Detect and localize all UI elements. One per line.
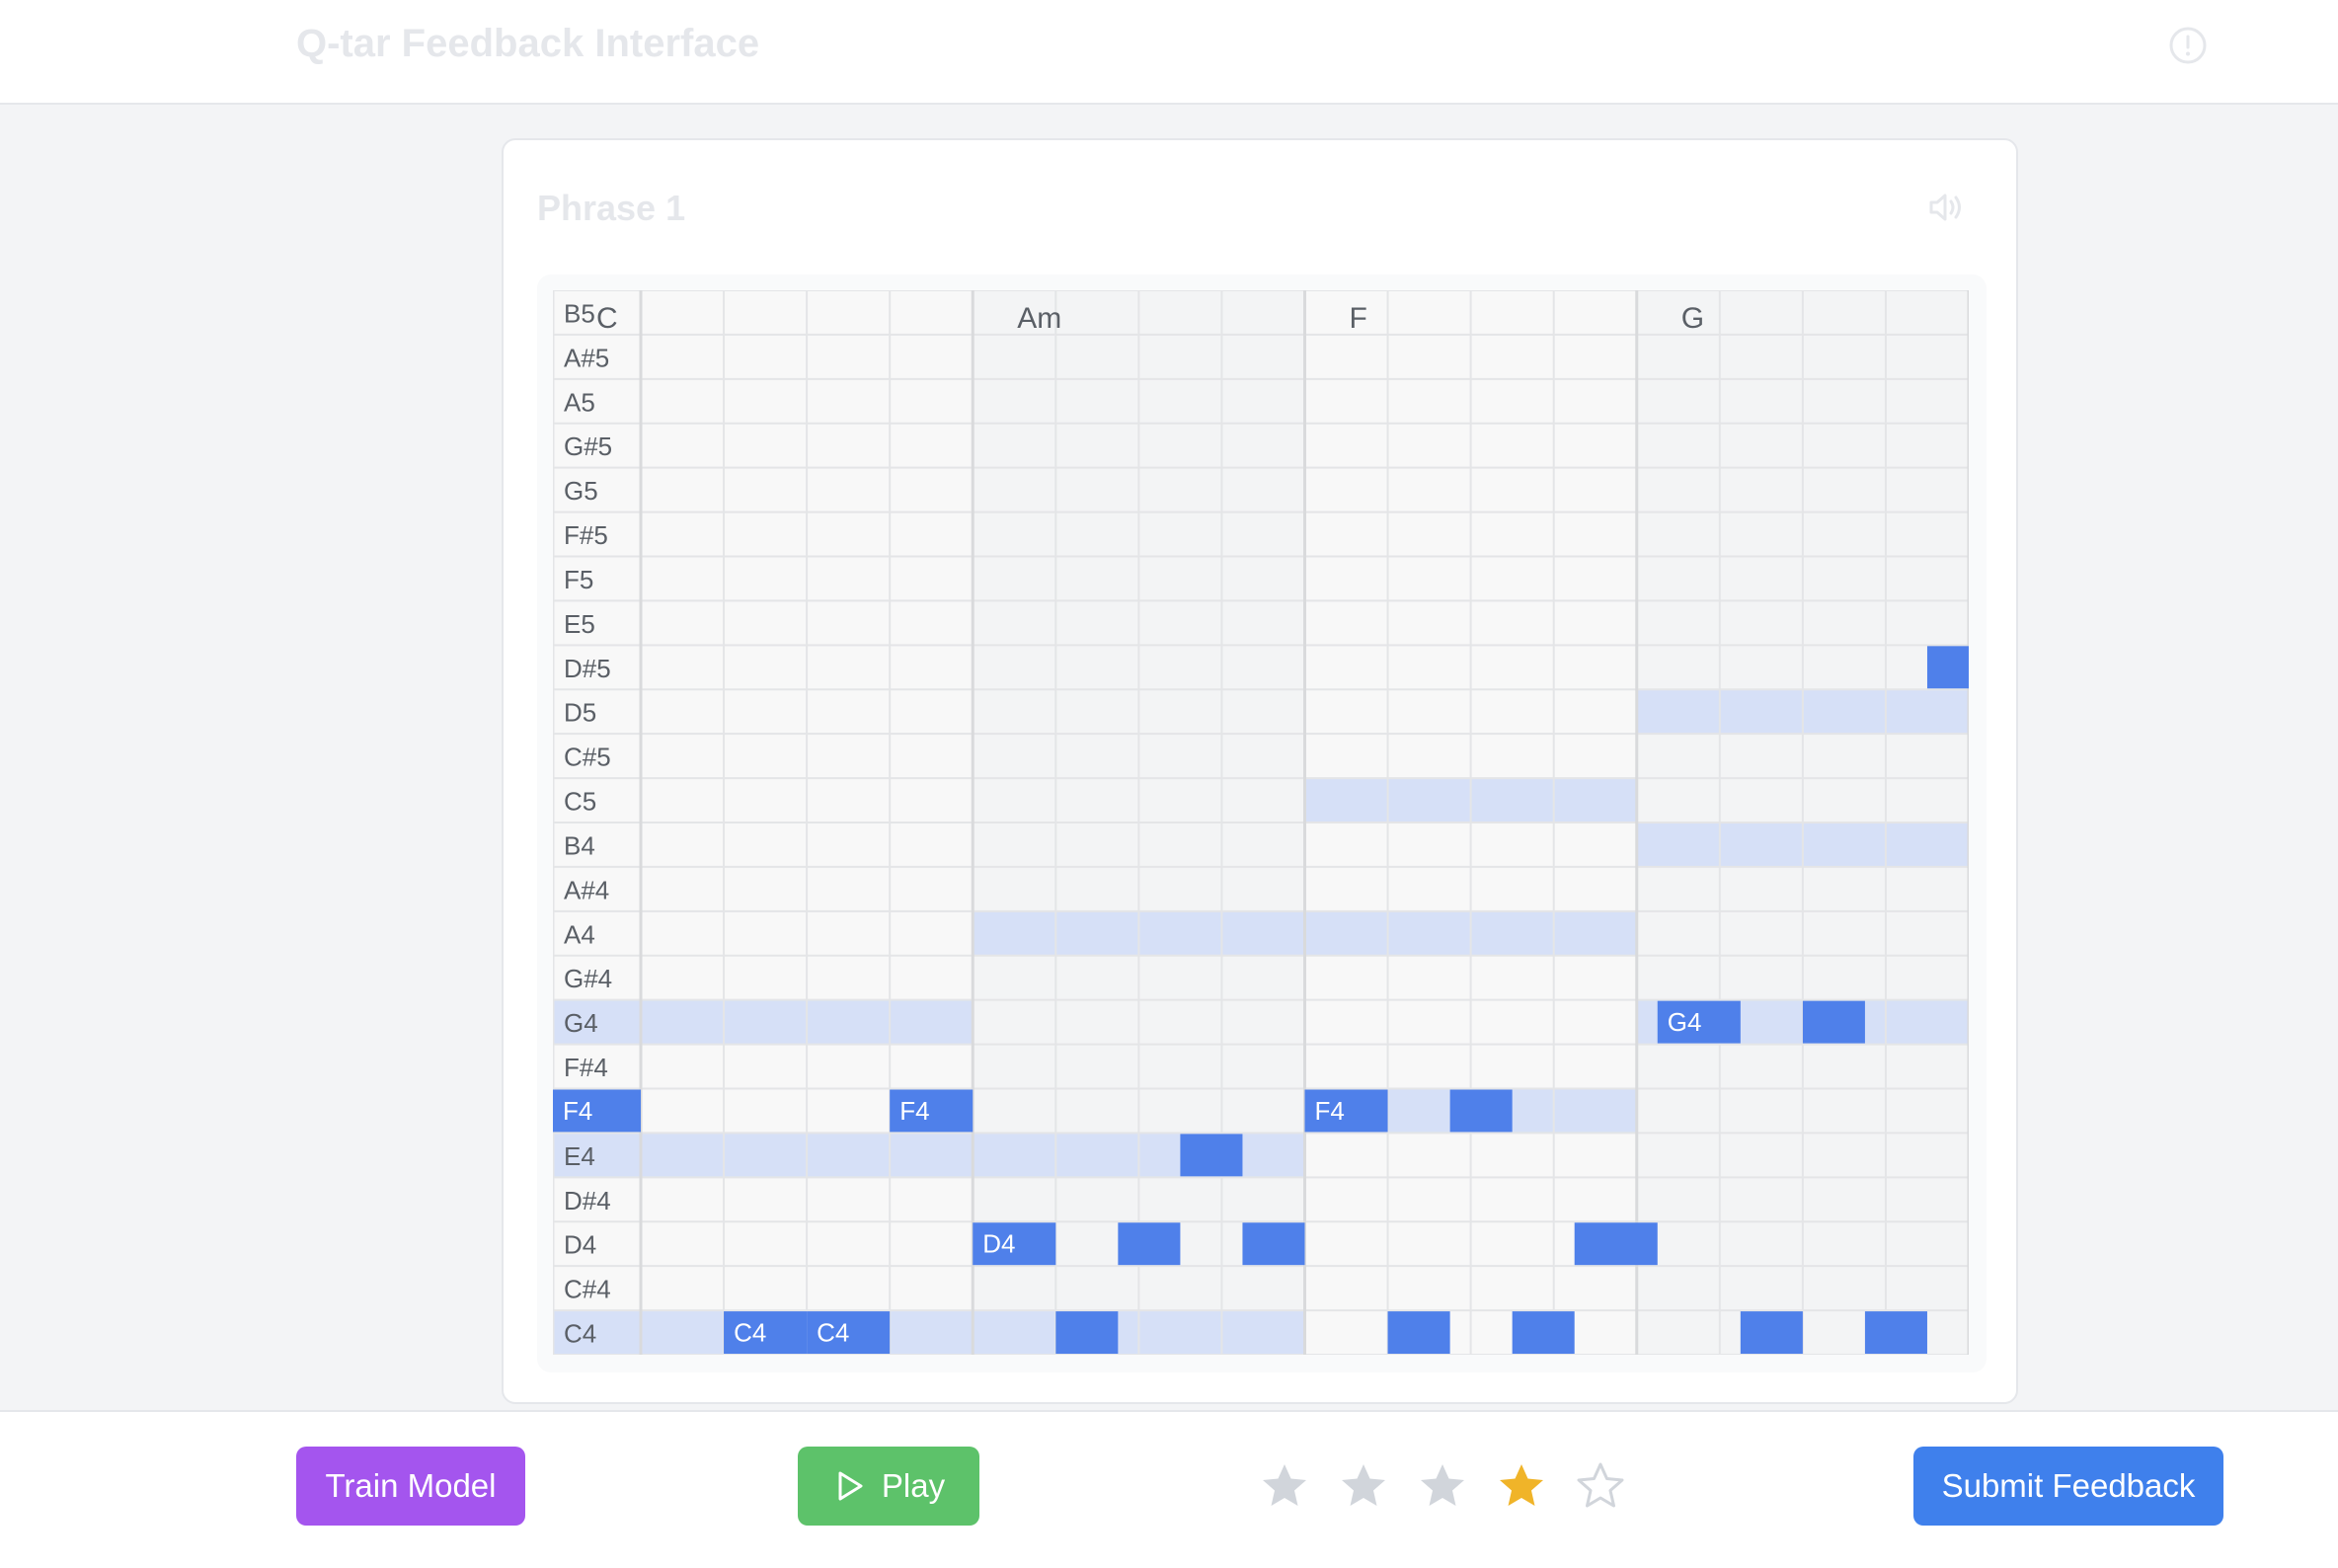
chord-label: G bbox=[1681, 302, 1704, 335]
pitch-label: G5 bbox=[564, 476, 598, 506]
note-block bbox=[1802, 1000, 1865, 1044]
play-label: Play bbox=[881, 1467, 946, 1504]
note-block bbox=[1740, 1311, 1803, 1354]
pitch-label: E5 bbox=[564, 609, 595, 639]
chord-label: C bbox=[596, 302, 618, 335]
pitch-label: C4 bbox=[564, 1319, 596, 1349]
note-block bbox=[1387, 1311, 1450, 1354]
chord-label: F bbox=[1350, 302, 1367, 335]
pitch-label: G#5 bbox=[564, 431, 612, 461]
note-label: F4 bbox=[899, 1096, 929, 1126]
pitch-label: D4 bbox=[564, 1230, 596, 1260]
pitch-label: F#4 bbox=[564, 1053, 608, 1082]
note-block bbox=[1574, 1222, 1658, 1266]
pitch-label: D#5 bbox=[564, 654, 611, 683]
pitch-label: B4 bbox=[564, 830, 595, 860]
star-icon[interactable] bbox=[1497, 1461, 1546, 1511]
phrase-title: Phrase 1 bbox=[537, 188, 686, 228]
note-block bbox=[1449, 1089, 1513, 1133]
pitch-label: G4 bbox=[564, 1008, 598, 1038]
note-block bbox=[1512, 1311, 1575, 1354]
note-block bbox=[1864, 1311, 1927, 1354]
alert-circle-icon[interactable] bbox=[2168, 26, 2208, 65]
play-button[interactable]: Play bbox=[798, 1447, 979, 1526]
note-block bbox=[1180, 1134, 1243, 1177]
train-model-button[interactable]: Train Model bbox=[296, 1447, 525, 1526]
pitch-label: A#5 bbox=[564, 343, 609, 372]
pitch-label: C5 bbox=[564, 787, 596, 817]
note-label: F4 bbox=[563, 1096, 592, 1126]
note-block bbox=[1242, 1222, 1305, 1266]
pitch-label: A5 bbox=[564, 387, 595, 417]
pitch-label: F#5 bbox=[564, 520, 608, 550]
note-label: F4 bbox=[1315, 1096, 1345, 1126]
feedback-footer: Train Model Play Submit Feedback bbox=[0, 1410, 2338, 1568]
pitch-label: D5 bbox=[564, 698, 596, 728]
star-icon[interactable] bbox=[1260, 1461, 1309, 1511]
pitch-label: C#5 bbox=[564, 743, 611, 772]
chord-tone-highlight bbox=[553, 1133, 974, 1178]
chord-tone-highlight bbox=[553, 999, 974, 1045]
volume-icon[interactable] bbox=[1925, 188, 1965, 227]
note-label: D4 bbox=[982, 1229, 1015, 1259]
star-rating[interactable] bbox=[1260, 1461, 1625, 1511]
pitch-label: A#4 bbox=[564, 875, 609, 904]
star-icon[interactable] bbox=[1339, 1461, 1388, 1511]
pitch-label: F5 bbox=[564, 565, 593, 594]
app-header: Q-tar Feedback Interface bbox=[0, 0, 2338, 105]
play-icon bbox=[838, 1471, 863, 1501]
piano-roll[interactable]: B5 A#5 A5 G#5 G5 F#5 F5 E5 D#5 D5 C#5 C5 B4 A#4 A4 G#4 G… bbox=[553, 290, 1969, 1355]
note-label: G4 bbox=[1668, 1007, 1702, 1037]
note-block bbox=[1926, 646, 1969, 689]
star-icon[interactable] bbox=[1418, 1461, 1467, 1511]
pitch-label: C#4 bbox=[564, 1275, 611, 1304]
chord-label: Am bbox=[1017, 302, 1061, 335]
train-model-label: Train Model bbox=[325, 1467, 497, 1504]
submit-feedback-button[interactable]: Submit Feedback bbox=[1913, 1447, 2223, 1526]
app-title: Q-tar Feedback Interface bbox=[296, 22, 760, 65]
pitch-label: G#4 bbox=[564, 964, 612, 993]
note-block bbox=[1055, 1311, 1119, 1354]
pitch-label: A4 bbox=[564, 919, 595, 949]
star-icon[interactable] bbox=[1576, 1461, 1625, 1511]
note-block bbox=[1118, 1222, 1181, 1266]
note-label: C4 bbox=[817, 1318, 849, 1348]
pitch-label: D#4 bbox=[564, 1186, 611, 1215]
pitch-label: B5 bbox=[564, 298, 595, 328]
pitch-label: E4 bbox=[564, 1141, 595, 1171]
submit-feedback-label: Submit Feedback bbox=[1941, 1467, 2196, 1504]
note-label: C4 bbox=[734, 1318, 766, 1348]
